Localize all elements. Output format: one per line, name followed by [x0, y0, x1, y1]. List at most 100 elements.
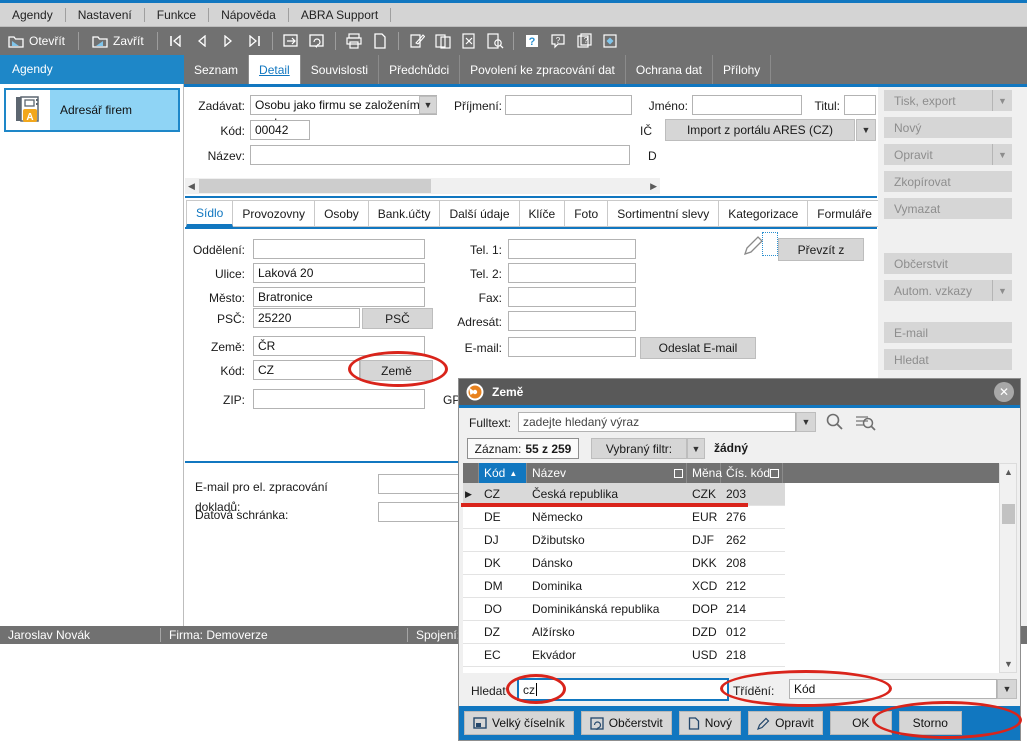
- subtab-bank-ucty[interactable]: Bank.účty: [369, 200, 441, 227]
- horizontal-scrollbar[interactable]: ◀ ▶: [185, 178, 660, 194]
- velky-ciselnik-button[interactable]: Velký číselník: [464, 711, 574, 735]
- scroll-up-arrow[interactable]: ▲: [1004, 464, 1013, 480]
- subtab-foto[interactable]: Foto: [565, 200, 608, 227]
- column-header-kod[interactable]: Kód▲: [479, 463, 527, 483]
- zadavat-dropdown-arrow[interactable]: ▼: [419, 96, 437, 114]
- table-row[interactable]: EC Ekvádor USD 218: [463, 644, 785, 667]
- filter-dropdown-arrow[interactable]: ▼: [687, 438, 705, 459]
- edit-icon[interactable]: [407, 31, 427, 51]
- import-ares-button[interactable]: Import z portálu ARES (CZ): [665, 119, 855, 141]
- opravit-button[interactable]: Opravit: [748, 711, 823, 735]
- subtab-kategorizace[interactable]: Kategorizace: [719, 200, 808, 227]
- tab-povoleni[interactable]: Povolení ke zpracování dat: [460, 55, 626, 84]
- menu-funkce[interactable]: Funkce: [145, 3, 208, 27]
- nav-next-button[interactable]: [218, 31, 238, 51]
- nav-prev-button[interactable]: [192, 31, 212, 51]
- adresat-input[interactable]: [508, 311, 636, 331]
- window-diamond-icon[interactable]: [600, 31, 620, 51]
- panel-email-button[interactable]: E-mail: [884, 322, 1012, 343]
- panel-opravit-button[interactable]: Opravit▼: [884, 144, 1012, 165]
- help-icon[interactable]: ?: [522, 31, 542, 51]
- trideni-select[interactable]: Kód: [789, 679, 997, 699]
- panel-novy-button[interactable]: Nový: [884, 117, 1012, 138]
- jmeno-input[interactable]: [692, 95, 802, 115]
- menu-nastaveni[interactable]: Nastavení: [66, 3, 144, 27]
- menu-agendy[interactable]: Agendy: [0, 3, 65, 27]
- table-row[interactable]: DZ Alžírsko DZD 012: [463, 621, 785, 644]
- zeme-input[interactable]: [253, 336, 425, 356]
- dialog-title-bar[interactable]: Země ✕: [459, 379, 1020, 405]
- fulltext-input[interactable]: zadejte hledaný výraz: [518, 412, 796, 432]
- nav-last-button[interactable]: [244, 31, 264, 51]
- fax-input[interactable]: [508, 287, 636, 307]
- tab-souvislosti[interactable]: Souvislosti: [301, 55, 379, 84]
- table-row[interactable]: DE Německo EUR 276: [463, 506, 785, 529]
- column-filter-icon[interactable]: [770, 469, 779, 478]
- fulltext-dropdown-arrow[interactable]: ▼: [796, 412, 816, 432]
- subtab-formulare[interactable]: Formuláře: [808, 200, 882, 227]
- scroll-left-arrow[interactable]: ◀: [188, 178, 195, 194]
- menu-napoveda[interactable]: Nápověda: [209, 3, 288, 27]
- table-vertical-scrollbar[interactable]: ▲ ▼: [999, 463, 1017, 673]
- menu-abra-support[interactable]: ABRA Support: [289, 3, 390, 27]
- subtab-osoby[interactable]: Osoby: [315, 200, 369, 227]
- tab-predchudci[interactable]: Předchůdci: [379, 55, 460, 84]
- odeslat-email-button[interactable]: Odeslat E-mail: [640, 337, 756, 359]
- tel1-input[interactable]: [508, 239, 636, 259]
- search-icon[interactable]: [825, 412, 845, 432]
- open-button[interactable]: Otevřít: [0, 29, 73, 53]
- dialog-close-icon[interactable]: ✕: [994, 382, 1014, 402]
- copy-icon[interactable]: [433, 31, 453, 51]
- subtab-sidlo[interactable]: Sídlo: [186, 200, 233, 227]
- dropdown-arrow-icon[interactable]: ▼: [992, 280, 1012, 301]
- dropdown-arrow-icon[interactable]: ▼: [992, 144, 1012, 165]
- panel-obcerstvit-button[interactable]: Občerstvit: [884, 253, 1012, 274]
- table-row[interactable]: DO Dominikánská republika DOP 214: [463, 598, 785, 621]
- column-header-cis-kod[interactable]: Čís. kód: [721, 463, 783, 483]
- table-row[interactable]: DK Dánsko DKK 208: [463, 552, 785, 575]
- print-icon[interactable]: [344, 31, 364, 51]
- scrollbar-thumb[interactable]: [199, 179, 431, 193]
- scrollbar-thumb[interactable]: [1002, 504, 1015, 524]
- tab-prilohy[interactable]: Přílohy: [713, 55, 771, 84]
- column-header-mena[interactable]: Měna: [687, 463, 721, 483]
- table-row-selected[interactable]: ▶ CZ Česká republika CZK 203: [463, 483, 785, 506]
- zip-input[interactable]: [253, 389, 425, 409]
- psc-button[interactable]: PSČ: [362, 308, 433, 329]
- mesto-input[interactable]: [253, 287, 425, 307]
- email-input[interactable]: [508, 337, 636, 357]
- ares-dropdown-arrow[interactable]: ▼: [856, 119, 876, 141]
- oddeleni-input[interactable]: [253, 239, 425, 259]
- storno-button[interactable]: Storno: [899, 711, 962, 735]
- panel-autom-vzkazy-button[interactable]: Autom. vzkazy▼: [884, 280, 1012, 301]
- prijmeni-input[interactable]: [505, 95, 632, 115]
- panel-zkopirovat-button[interactable]: Zkopírovat: [884, 171, 1012, 192]
- kod-input[interactable]: [250, 120, 310, 140]
- subtab-dalsi-udaje[interactable]: Další údaje: [440, 200, 519, 227]
- tab-seznam[interactable]: Seznam: [184, 55, 249, 84]
- table-row[interactable]: DM Dominika XCD 212: [463, 575, 785, 598]
- panel-tisk-export-button[interactable]: Tisk, export▼: [884, 90, 1012, 111]
- zeme-kod-input[interactable]: [253, 360, 360, 380]
- panel-hledat-button[interactable]: Hledat: [884, 349, 1012, 370]
- scroll-right-arrow[interactable]: ▶: [650, 178, 657, 194]
- help-topics-icon[interactable]: ?: [574, 31, 594, 51]
- ulice-input[interactable]: [253, 263, 425, 283]
- delete-document-icon[interactable]: [459, 31, 479, 51]
- zeme-button[interactable]: Země: [360, 360, 433, 381]
- tab-detail[interactable]: Detail: [249, 55, 301, 84]
- tel2-input[interactable]: [508, 263, 636, 283]
- subtab-klice[interactable]: Klíče: [520, 200, 566, 227]
- refresh-window-icon[interactable]: [307, 31, 327, 51]
- new-document-icon[interactable]: [370, 31, 390, 51]
- subtab-sortimentni-slevy[interactable]: Sortimentní slevy: [608, 200, 719, 227]
- column-header-nazev[interactable]: Název: [527, 463, 687, 483]
- switch-view-icon[interactable]: [281, 31, 301, 51]
- nazev-input[interactable]: [250, 145, 630, 165]
- subtab-provozovny[interactable]: Provozovny: [233, 200, 315, 227]
- prevzit-z-button[interactable]: Převzít z: [778, 238, 864, 261]
- novy-button[interactable]: Nový: [679, 711, 741, 735]
- column-filter-icon[interactable]: [674, 469, 683, 478]
- table-row[interactable]: DJ Džibutsko DJF 262: [463, 529, 785, 552]
- obcerstvit-button[interactable]: Občerstvit: [581, 711, 672, 735]
